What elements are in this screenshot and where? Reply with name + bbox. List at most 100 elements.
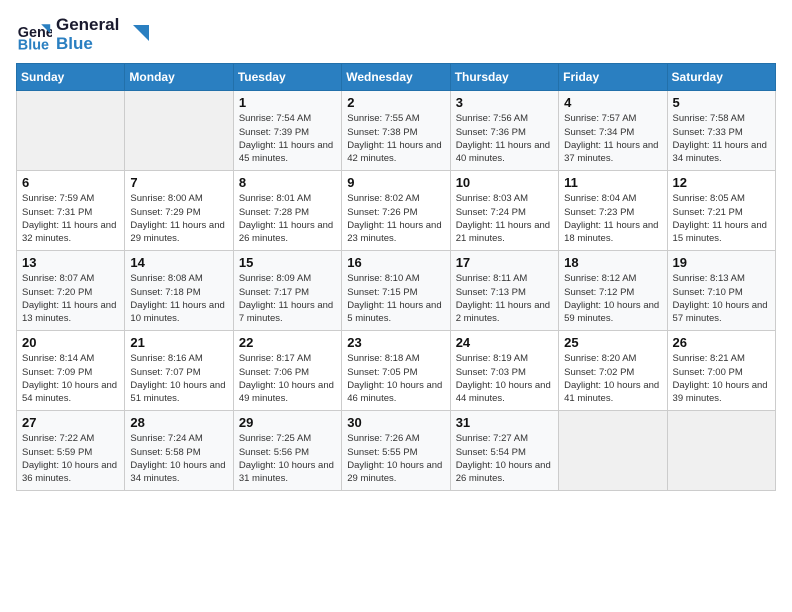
day-number: 29 <box>239 415 336 430</box>
day-number: 6 <box>22 175 119 190</box>
day-info: Sunrise: 7:57 AM Sunset: 7:34 PM Dayligh… <box>564 112 661 165</box>
calendar-cell: 20 Sunrise: 8:14 AM Sunset: 7:09 PM Dayli… <box>17 331 125 411</box>
calendar-cell: 8Sunrise: 8:01 AM Sunset: 7:28 PM Daylig… <box>233 171 341 251</box>
day-number: 24 <box>456 335 553 350</box>
col-header-thursday: Thursday <box>450 64 558 91</box>
day-info: Sunrise: 8:01 AM Sunset: 7:28 PM Dayligh… <box>239 192 336 245</box>
day-number: 9 <box>347 175 444 190</box>
day-info: Sunrise: 8:02 AM Sunset: 7:26 PM Dayligh… <box>347 192 444 245</box>
col-header-monday: Monday <box>125 64 233 91</box>
day-info: Sunrise: 7:24 AM Sunset: 5:58 PM Dayligh… <box>130 432 227 485</box>
day-info: Sunrise: 8:00 AM Sunset: 7:29 PM Dayligh… <box>130 192 227 245</box>
day-number: 22 <box>239 335 336 350</box>
day-number: 27 <box>22 415 119 430</box>
calendar-cell: 16 Sunrise: 8:10 AM Sunset: 7:15 PM Dayli… <box>342 251 450 331</box>
day-number: 13 <box>22 255 119 270</box>
calendar-cell: 5 Sunrise: 7:58 AM Sunset: 7:33 PM Daylig… <box>667 91 775 171</box>
day-info: Sunrise: 8:11 AM Sunset: 7:13 PM Dayligh… <box>456 272 553 325</box>
calendar-cell: 13Sunrise: 8:07 AM Sunset: 7:20 PM Dayli… <box>17 251 125 331</box>
calendar-cell: 30Sunrise: 7:26 AM Sunset: 5:55 PM Dayli… <box>342 411 450 491</box>
day-number: 18 <box>564 255 661 270</box>
logo-icon: General Blue <box>16 17 52 53</box>
col-header-sunday: Sunday <box>17 64 125 91</box>
day-number: 28 <box>130 415 227 430</box>
day-info: Sunrise: 8:04 AM Sunset: 7:23 PM Dayligh… <box>564 192 661 245</box>
calendar-cell: 22 Sunrise: 8:17 AM Sunset: 7:06 PM Dayli… <box>233 331 341 411</box>
day-number: 16 <box>347 255 444 270</box>
day-number: 2 <box>347 95 444 110</box>
day-info: Sunrise: 8:13 AM Sunset: 7:10 PM Dayligh… <box>673 272 770 325</box>
day-number: 3 <box>456 95 553 110</box>
day-info: Sunrise: 8:12 AM Sunset: 7:12 PM Dayligh… <box>564 272 661 325</box>
day-info: Sunrise: 8:08 AM Sunset: 7:18 PM Dayligh… <box>130 272 227 325</box>
calendar-cell: 7 Sunrise: 8:00 AM Sunset: 7:29 PM Daylig… <box>125 171 233 251</box>
calendar-cell: 27 Sunrise: 7:22 AM Sunset: 5:59 PM Dayli… <box>17 411 125 491</box>
calendar-cell <box>667 411 775 491</box>
calendar-cell: 15 Sunrise: 8:09 AM Sunset: 7:17 PM Dayli… <box>233 251 341 331</box>
calendar-cell: 10Sunrise: 8:03 AM Sunset: 7:24 PM Dayli… <box>450 171 558 251</box>
col-header-friday: Friday <box>559 64 667 91</box>
day-number: 19 <box>673 255 770 270</box>
day-info: Sunrise: 8:17 AM Sunset: 7:06 PM Dayligh… <box>239 352 336 405</box>
calendar-cell: 18 Sunrise: 8:12 AM Sunset: 7:12 PM Dayli… <box>559 251 667 331</box>
day-info: Sunrise: 8:16 AM Sunset: 7:07 PM Dayligh… <box>130 352 227 405</box>
col-header-saturday: Saturday <box>667 64 775 91</box>
calendar-cell: 26 Sunrise: 8:21 AM Sunset: 7:00 PM Dayli… <box>667 331 775 411</box>
calendar-cell: 24 Sunrise: 8:19 AM Sunset: 7:03 PM Dayli… <box>450 331 558 411</box>
logo: General Blue General Blue <box>16 16 151 53</box>
calendar-cell: 9 Sunrise: 8:02 AM Sunset: 7:26 PM Daylig… <box>342 171 450 251</box>
calendar-cell: 28 Sunrise: 7:24 AM Sunset: 5:58 PM Dayli… <box>125 411 233 491</box>
day-number: 10 <box>456 175 553 190</box>
col-header-tuesday: Tuesday <box>233 64 341 91</box>
calendar-cell <box>559 411 667 491</box>
day-number: 1 <box>239 95 336 110</box>
day-info: Sunrise: 7:55 AM Sunset: 7:38 PM Dayligh… <box>347 112 444 165</box>
day-number: 5 <box>673 95 770 110</box>
col-header-wednesday: Wednesday <box>342 64 450 91</box>
day-info: Sunrise: 7:59 AM Sunset: 7:31 PM Dayligh… <box>22 192 119 245</box>
day-number: 7 <box>130 175 227 190</box>
calendar-cell: 12Sunrise: 8:05 AM Sunset: 7:21 PM Dayli… <box>667 171 775 251</box>
day-info: Sunrise: 8:14 AM Sunset: 7:09 PM Dayligh… <box>22 352 119 405</box>
calendar-cell <box>125 91 233 171</box>
day-info: Sunrise: 7:58 AM Sunset: 7:33 PM Dayligh… <box>673 112 770 165</box>
day-info: Sunrise: 8:05 AM Sunset: 7:21 PM Dayligh… <box>673 192 770 245</box>
day-number: 20 <box>22 335 119 350</box>
calendar-cell: 3 Sunrise: 7:56 AM Sunset: 7:36 PM Daylig… <box>450 91 558 171</box>
day-number: 25 <box>564 335 661 350</box>
day-info: Sunrise: 8:19 AM Sunset: 7:03 PM Dayligh… <box>456 352 553 405</box>
logo-text-blue: Blue <box>56 35 119 54</box>
day-number: 11 <box>564 175 661 190</box>
calendar-cell: 6 Sunrise: 7:59 AM Sunset: 7:31 PM Daylig… <box>17 171 125 251</box>
calendar-cell: 29 Sunrise: 7:25 AM Sunset: 5:56 PM Dayli… <box>233 411 341 491</box>
day-number: 14 <box>130 255 227 270</box>
day-info: Sunrise: 8:21 AM Sunset: 7:00 PM Dayligh… <box>673 352 770 405</box>
day-number: 26 <box>673 335 770 350</box>
page-header: General Blue General Blue <box>16 16 776 53</box>
calendar-cell: 25 Sunrise: 8:20 AM Sunset: 7:02 PM Dayli… <box>559 331 667 411</box>
day-number: 21 <box>130 335 227 350</box>
day-info: Sunrise: 8:20 AM Sunset: 7:02 PM Dayligh… <box>564 352 661 405</box>
calendar-cell: 1 Sunrise: 7:54 AM Sunset: 7:39 PM Daylig… <box>233 91 341 171</box>
calendar-cell: 21 Sunrise: 8:16 AM Sunset: 7:07 PM Dayli… <box>125 331 233 411</box>
calendar-cell <box>17 91 125 171</box>
calendar-cell: 31Sunrise: 7:27 AM Sunset: 5:54 PM Dayli… <box>450 411 558 491</box>
day-info: Sunrise: 7:22 AM Sunset: 5:59 PM Dayligh… <box>22 432 119 485</box>
day-info: Sunrise: 8:18 AM Sunset: 7:05 PM Dayligh… <box>347 352 444 405</box>
calendar-cell: 19 Sunrise: 8:13 AM Sunset: 7:10 PM Dayli… <box>667 251 775 331</box>
calendar-cell: 4Sunrise: 7:57 AM Sunset: 7:34 PM Daylig… <box>559 91 667 171</box>
day-info: Sunrise: 7:56 AM Sunset: 7:36 PM Dayligh… <box>456 112 553 165</box>
calendar-table: SundayMondayTuesdayWednesdayThursdayFrid… <box>16 63 776 491</box>
day-info: Sunrise: 8:10 AM Sunset: 7:15 PM Dayligh… <box>347 272 444 325</box>
day-number: 23 <box>347 335 444 350</box>
day-info: Sunrise: 7:25 AM Sunset: 5:56 PM Dayligh… <box>239 432 336 485</box>
calendar-cell: 17 Sunrise: 8:11 AM Sunset: 7:13 PM Dayli… <box>450 251 558 331</box>
day-info: Sunrise: 7:27 AM Sunset: 5:54 PM Dayligh… <box>456 432 553 485</box>
day-info: Sunrise: 8:09 AM Sunset: 7:17 PM Dayligh… <box>239 272 336 325</box>
calendar-cell: 23 Sunrise: 8:18 AM Sunset: 7:05 PM Dayli… <box>342 331 450 411</box>
day-number: 17 <box>456 255 553 270</box>
day-number: 15 <box>239 255 336 270</box>
day-info: Sunrise: 7:54 AM Sunset: 7:39 PM Dayligh… <box>239 112 336 165</box>
calendar-cell: 14 Sunrise: 8:08 AM Sunset: 7:18 PM Dayli… <box>125 251 233 331</box>
logo-text-general: General <box>56 16 119 35</box>
